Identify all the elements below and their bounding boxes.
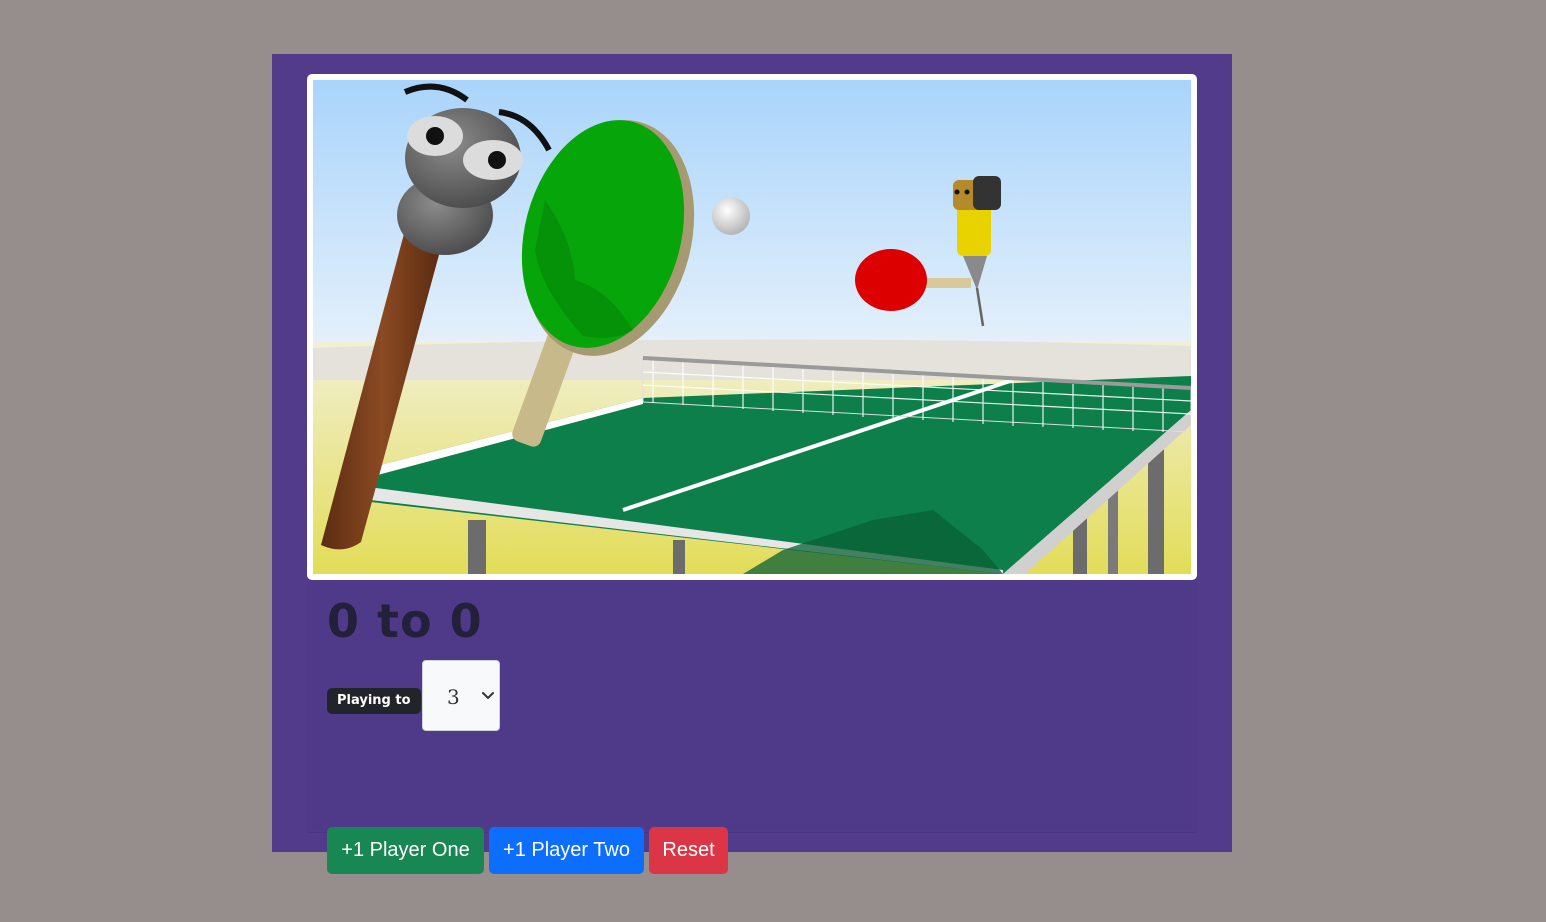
reset-button[interactable]: Reset <box>649 827 728 874</box>
app-container: 0 to 0 Playing to 3 +1 Player One +1 Pla… <box>272 54 1232 874</box>
playing-to-label: Playing to <box>327 688 421 714</box>
add-point-player-two-button[interactable]: +1 Player Two <box>489 827 644 874</box>
score-display: 0 to 0 <box>327 594 483 648</box>
image-frame <box>307 74 1197 580</box>
chevron-down-icon <box>482 692 494 699</box>
add-point-player-one-button[interactable]: +1 Player One <box>327 827 484 874</box>
playing-to-value: 3 <box>447 685 460 709</box>
scoreboard-card: 0 to 0 Playing to 3 +1 Player One +1 Pla… <box>307 74 1197 874</box>
playing-to-select[interactable]: 3 <box>422 660 500 731</box>
card-body: 0 to 0 Playing to 3 +1 Player One +1 Pla… <box>307 580 1197 874</box>
ping-pong-illustration <box>313 80 1191 574</box>
